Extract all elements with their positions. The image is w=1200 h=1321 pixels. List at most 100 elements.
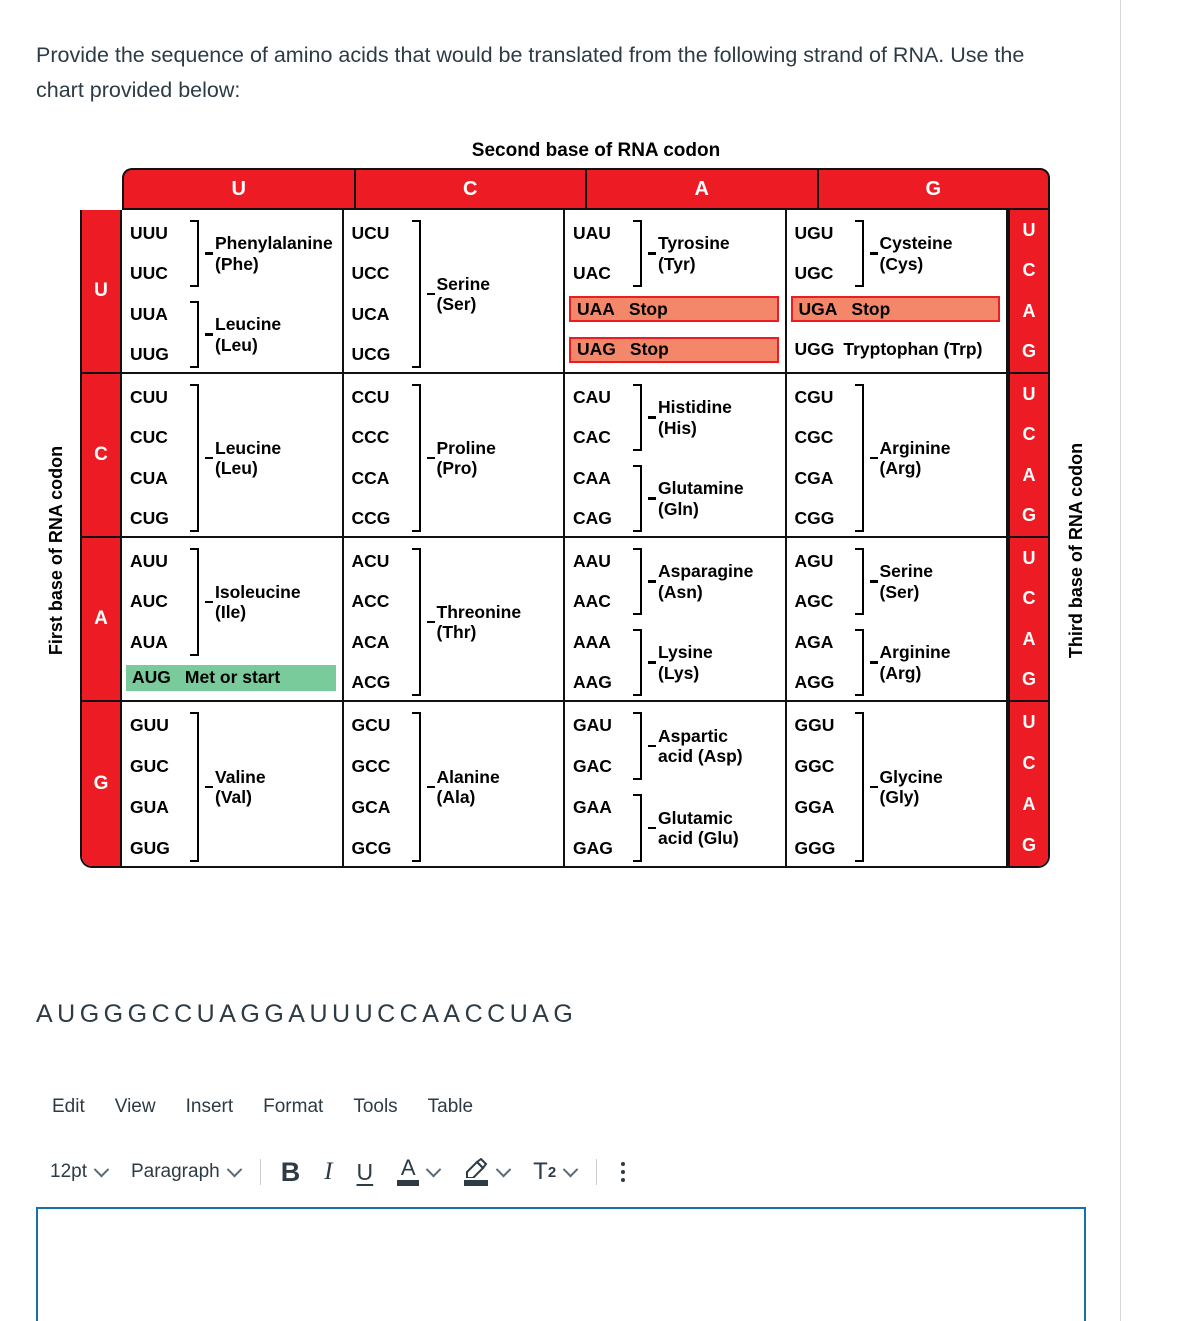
menu-edit[interactable]: Edit — [52, 1096, 85, 1118]
codon-cell-GU: GUU GUC GUA GUG Valine (Val) — [122, 702, 344, 866]
amino-acid-name: Arginine (Arg) — [879, 642, 951, 683]
codon-ACU: ACU — [351, 550, 390, 571]
second-base-header-G: G — [925, 177, 942, 200]
bracket-icon — [190, 384, 199, 532]
amino-acid-name: Leucine (Leu) — [215, 437, 282, 478]
codon-table: UCAG U UUU UUC UUA UUG Phenylalanine (Phe) Leu… — [80, 168, 1050, 868]
codon-GUU: GUU — [130, 715, 169, 735]
bracket-icon — [411, 384, 421, 532]
third-base-label-C: C — [1022, 753, 1036, 773]
text-color-button[interactable]: A — [397, 1156, 420, 1187]
codon-CAG: CAG — [573, 508, 612, 529]
codon-GCA: GCA — [351, 797, 391, 817]
codon-UGC: UGC — [794, 263, 834, 284]
codon-CAC: CAC — [573, 427, 611, 448]
axis-label-first-base-text: First base of RNA codon — [46, 445, 67, 655]
bracket-icon — [854, 548, 864, 615]
amino-acid-group: Glutamic acid (Glu) — [633, 794, 739, 862]
codon-UAC: UAC — [573, 263, 611, 284]
bracket-stem-icon — [426, 292, 435, 296]
menu-view[interactable]: View — [115, 1096, 156, 1118]
amino-acid-name: Leucine (Leu) — [215, 314, 282, 355]
axis-label-third-base-text: Third base of RNA codon — [1066, 442, 1087, 658]
codon-AUG: AUG — [132, 667, 171, 687]
text-color-dropdown[interactable] — [419, 1161, 442, 1178]
bracket-icon — [633, 629, 642, 696]
codon-GGA: GGA — [794, 797, 835, 817]
codon-label: Met or start — [184, 667, 281, 687]
codon-GAC: GAC — [573, 756, 612, 776]
codon-GGC: GGC — [794, 756, 835, 776]
bracket-icon — [633, 384, 642, 451]
codon-GGG: GGG — [794, 838, 836, 858]
bracket-icon — [411, 220, 421, 368]
codon-AGC: AGC — [794, 591, 834, 612]
font-size-dropdown[interactable]: 12pt — [50, 1161, 110, 1183]
amino-acid-name: Asparagine (Asn) — [658, 561, 754, 602]
codon-UUG: UUG — [130, 344, 169, 365]
codon-cell-AC: ACU ACC ACA ACG Threonine (Thr) — [344, 538, 565, 700]
chart-title-second-base: Second base of RNA codon — [471, 140, 721, 161]
codon-AGU: AGU — [794, 550, 834, 571]
codon-GAU: GAU — [573, 715, 612, 735]
block-format-dropdown[interactable]: Paragraph — [130, 1161, 242, 1183]
codon-AUG-start: AUG Met or start — [126, 664, 336, 691]
codon-UCU: UCU — [351, 222, 390, 243]
amino-acid-group: Histidine (His) — [633, 384, 732, 451]
menu-table[interactable]: Table — [428, 1096, 473, 1118]
second-base-header-A: A — [587, 170, 819, 208]
bracket-stem-icon — [869, 252, 878, 255]
first-base-label-U: U — [82, 210, 122, 372]
superscript-dropdown[interactable] — [556, 1161, 579, 1178]
bracket-stem-icon — [648, 744, 656, 748]
bracket-icon — [190, 301, 199, 368]
menu-format[interactable]: Format — [263, 1096, 323, 1118]
bracket-icon — [854, 220, 864, 287]
codon-UUA: UUA — [130, 303, 168, 324]
amino-acid-group: Serine (Ser) — [854, 548, 933, 615]
codon-CAA: CAA — [573, 467, 611, 488]
answer-textarea[interactable] — [36, 1207, 1086, 1321]
underline-button[interactable]: U — [357, 1159, 374, 1186]
third-base-label-C: C — [1022, 260, 1036, 281]
third-base-column: UCAG — [1008, 538, 1048, 700]
codon-AAA: AAA — [573, 631, 611, 652]
third-base-column: UCAG — [1008, 374, 1048, 536]
more-options-button[interactable] — [617, 1162, 626, 1182]
amino-acid-group: Valine (Val) — [190, 712, 266, 862]
first-base-label-A: A — [82, 538, 122, 700]
menu-insert[interactable]: Insert — [186, 1096, 234, 1118]
menu-tools[interactable]: Tools — [353, 1096, 397, 1118]
superscript-button[interactable]: T2 — [533, 1158, 556, 1186]
bracket-stem-icon — [205, 252, 213, 255]
block-format-value: Paragraph — [130, 1161, 220, 1182]
italic-button[interactable]: I — [324, 1158, 332, 1186]
codon-GCG: GCG — [351, 838, 392, 858]
codon-UUC: UUC — [130, 263, 168, 284]
editor-toolbar: 12pt Paragraph B I U A T2 — [50, 1152, 626, 1192]
rna-codon-chart: Second base of RNA codon First base of R… — [36, 140, 1101, 930]
amino-acid-name: Histidine (His) — [658, 397, 732, 438]
rna-sequence: AUGGGCCUAGGAUUUCCAACCUAG — [36, 1000, 578, 1028]
bracket-stem-icon — [426, 620, 435, 624]
amino-acid-group: Asparagine (Asn) — [633, 548, 753, 615]
highlight-color-bar — [464, 1180, 489, 1186]
codon-UAA-stop: UAA Stop — [569, 296, 779, 322]
codon-label: Stop — [629, 339, 669, 359]
codon-UAU: UAU — [573, 222, 611, 243]
codon-AAU: AAU — [573, 550, 611, 571]
codon-row-U: U UUU UUC UUA UUG Phenylalanine (Phe) Leucine … — [82, 210, 1048, 374]
codon-UCA: UCA — [351, 303, 390, 324]
codon-AUC: AUC — [130, 591, 168, 612]
third-base-label-A: A — [1022, 794, 1036, 814]
third-base-label-C: C — [1022, 588, 1036, 609]
question-prompt: Provide the sequence of amino acids that… — [36, 43, 1025, 102]
third-base-label-U: U — [1022, 712, 1036, 732]
highlight-color-button[interactable] — [463, 1158, 489, 1186]
bracket-icon — [190, 712, 199, 862]
kebab-menu-icon — [621, 1162, 626, 1182]
bold-button[interactable]: B — [281, 1157, 301, 1188]
first-base-label-C: C — [82, 374, 122, 536]
highlight-color-dropdown[interactable] — [489, 1161, 512, 1178]
codon-cell-GA: GAU GAC GAA GAG Aspartic acid (Asp) Glutamic … — [565, 702, 787, 866]
